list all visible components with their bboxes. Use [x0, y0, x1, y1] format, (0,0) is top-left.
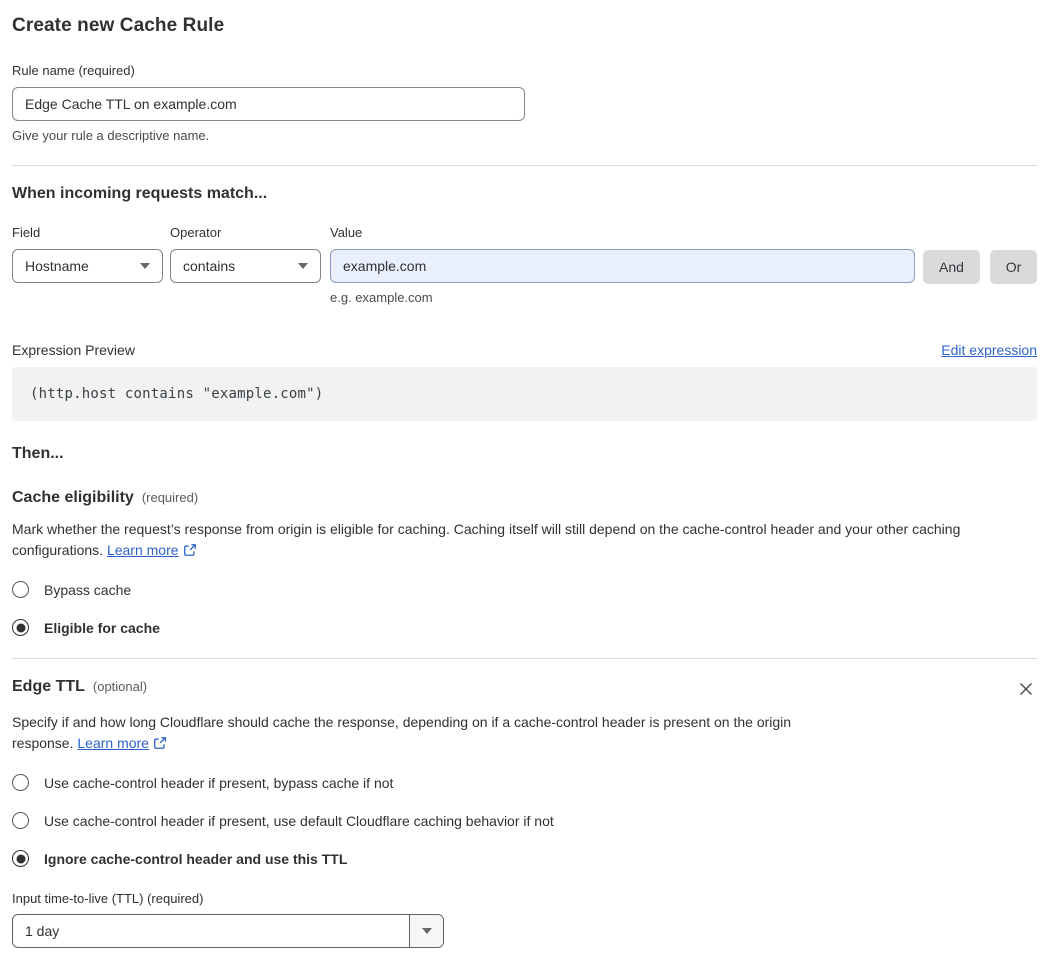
radio-checked-icon[interactable] — [12, 619, 29, 636]
expression-code: (http.host contains "example.com") — [30, 386, 324, 402]
match-value-input[interactable] — [330, 249, 915, 283]
radio-option-label: Use cache-control header if present, use… — [44, 812, 554, 829]
chevron-down-icon — [421, 928, 432, 934]
ttl-select-value: 1 day — [25, 923, 60, 939]
radio-option-label: Ignore cache-control header and use this… — [44, 850, 348, 867]
external-link-icon — [183, 544, 196, 556]
radio-option-label: Eligible for cache — [44, 619, 160, 636]
radio-checked-icon[interactable] — [12, 850, 29, 867]
external-link-icon — [154, 737, 166, 749]
rule-name-input[interactable] — [12, 87, 525, 121]
edge-ttl-qualifier: (optional) — [92, 679, 148, 694]
ttl-select-arrow-button[interactable] — [409, 915, 443, 947]
page-title: Create new Cache Rule — [12, 15, 225, 36]
create-cache-rule-form: Create new Cache Rule Rule name (require… — [12, 15, 1037, 948]
close-button[interactable] — [1015, 678, 1037, 700]
radio-option-use-header-bypass[interactable]: Use cache-control header if present, byp… — [12, 774, 1037, 791]
radio-option-label: Use cache-control header if present, byp… — [44, 774, 394, 791]
cache-eligibility-description: Mark whether the request’s response from… — [12, 519, 1037, 561]
radio-option-label: Bypass cache — [44, 581, 132, 598]
cache-eligibility-title: Cache eligibility — [12, 489, 134, 506]
value-column: Value e.g. example.com — [330, 225, 915, 305]
radio-option-eligible-for-cache[interactable]: Eligible for cache — [12, 619, 1037, 636]
radio-unchecked-icon[interactable] — [12, 581, 29, 598]
cache-eligibility-options: Bypass cache Eligible for cache — [12, 581, 1037, 636]
operator-select-value: contains — [183, 258, 236, 274]
edge-ttl-learn-more-link[interactable]: Learn more — [77, 735, 149, 751]
edge-ttl-options: Use cache-control header if present, byp… — [12, 774, 1037, 867]
and-button[interactable]: And — [923, 250, 980, 284]
chevron-down-icon — [298, 263, 308, 269]
cache-eligibility-header: Cache eligibility (required) — [12, 489, 1037, 507]
rule-name-help: Give your rule a descriptive name. — [12, 128, 210, 143]
match-condition-row: Field Hostname Operator contains Value e… — [12, 225, 1037, 305]
field-select[interactable]: Hostname — [12, 249, 163, 283]
edit-expression-link[interactable]: Edit expression — [941, 342, 1037, 358]
edge-ttl-title: Edge TTL — [12, 678, 85, 695]
value-label: Value — [330, 225, 363, 240]
expression-preview-header: Expression Preview Edit expression — [12, 342, 1037, 358]
operator-column: Operator contains — [170, 225, 321, 283]
field-column: Field Hostname — [12, 225, 163, 283]
section-divider — [12, 165, 1037, 166]
cache-eligibility-qualifier: (required) — [141, 490, 199, 505]
match-section-heading: When incoming requests match... — [12, 185, 268, 202]
rule-name-label: Rule name (required) — [12, 63, 135, 78]
value-help: e.g. example.com — [330, 290, 433, 305]
section-divider — [12, 658, 1037, 659]
edge-ttl-header: Edge TTL (optional) — [12, 678, 1037, 700]
or-button[interactable]: Or — [990, 250, 1037, 284]
expression-preview-label: Expression Preview — [12, 342, 135, 358]
ttl-input-label: Input time-to-live (TTL) (required) — [12, 891, 204, 906]
operator-select[interactable]: contains — [170, 249, 321, 283]
ttl-select[interactable]: 1 day — [12, 914, 444, 948]
radio-option-use-header-default[interactable]: Use cache-control header if present, use… — [12, 812, 1037, 829]
cache-eligibility-learn-more-link[interactable]: Learn more — [107, 542, 179, 558]
operator-label: Operator — [170, 225, 222, 240]
chevron-down-icon — [140, 263, 150, 269]
radio-option-ignore-header-ttl[interactable]: Ignore cache-control header and use this… — [12, 850, 1037, 867]
then-heading: Then... — [12, 445, 64, 462]
close-icon — [1020, 683, 1032, 695]
field-select-value: Hostname — [25, 258, 89, 274]
edge-ttl-description: Specify if and how long Cloudflare shoul… — [12, 712, 847, 754]
radio-option-bypass-cache[interactable]: Bypass cache — [12, 581, 1037, 598]
radio-unchecked-icon[interactable] — [12, 812, 29, 829]
radio-unchecked-icon[interactable] — [12, 774, 29, 791]
field-label: Field — [12, 225, 41, 240]
expression-preview-box: (http.host contains "example.com") — [12, 367, 1037, 421]
